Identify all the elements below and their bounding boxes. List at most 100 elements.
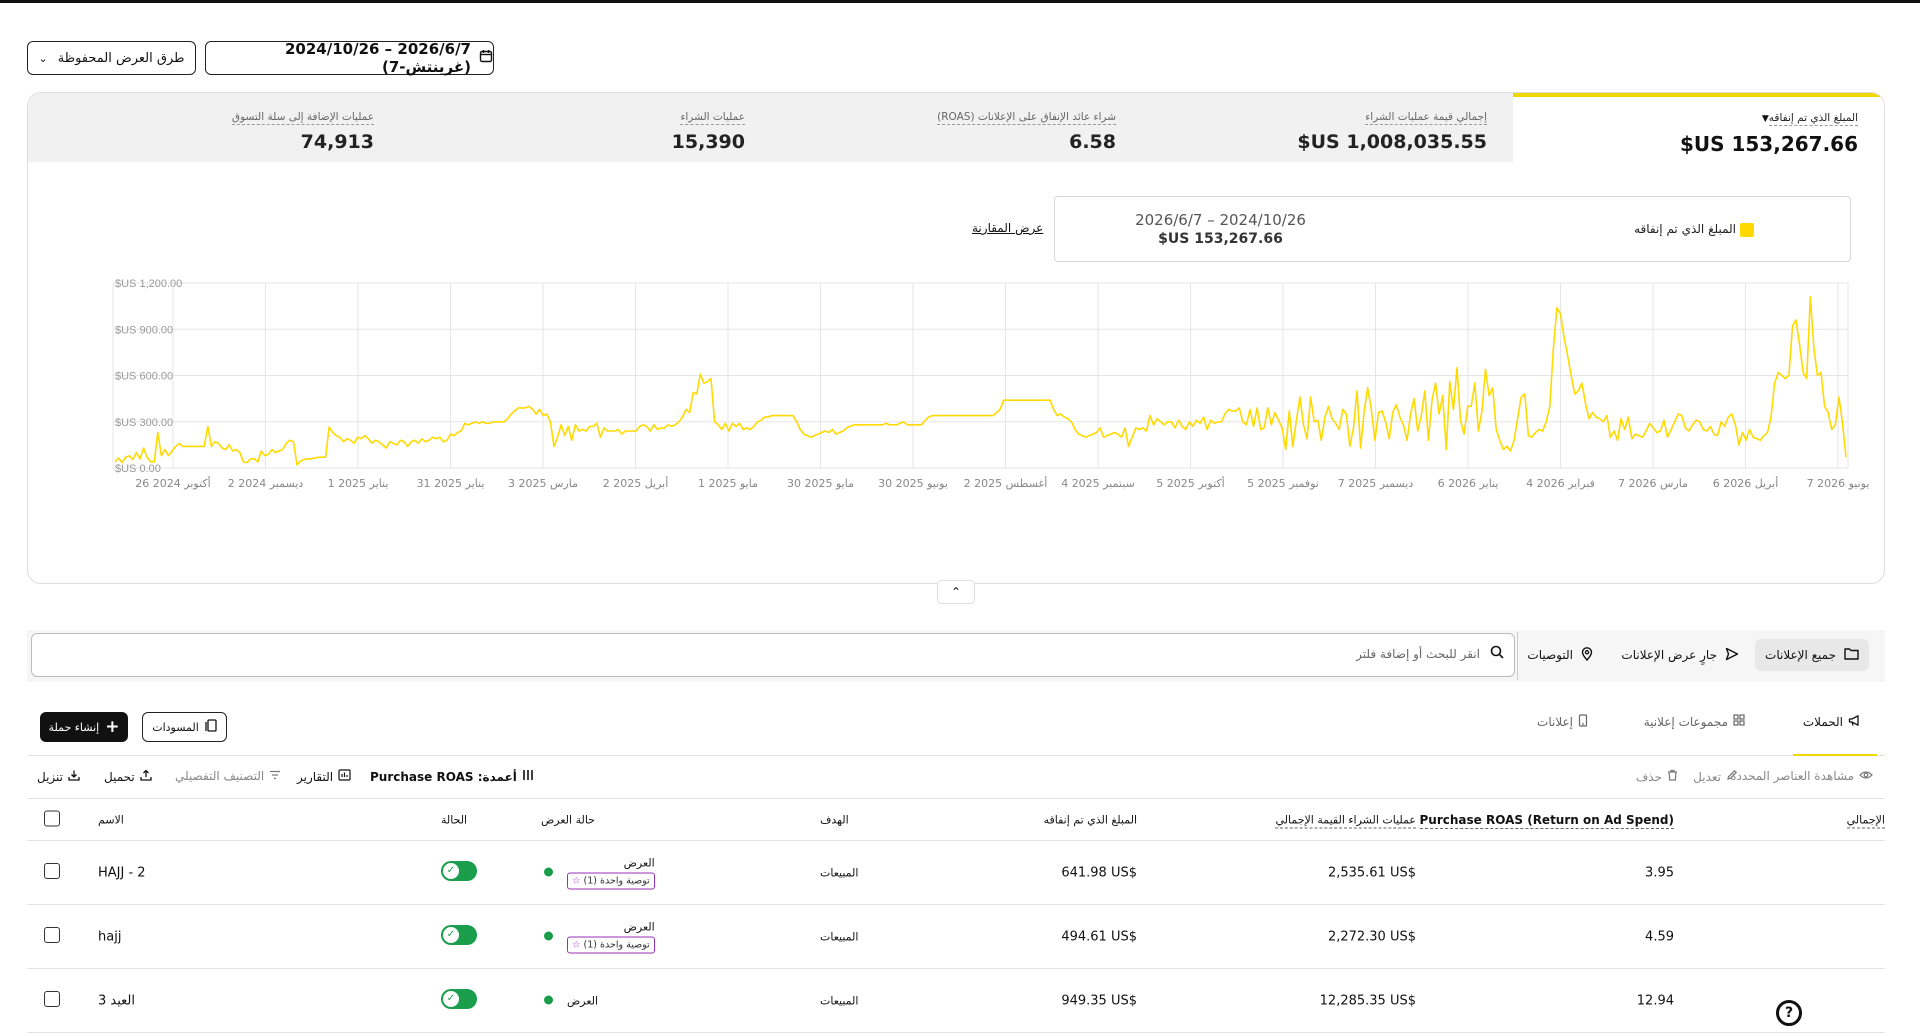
- upload-button[interactable]: تحميل: [104, 769, 152, 784]
- table-header: الاسم الحالة حالة العرض الهدف المبلغ الذ…: [27, 798, 1885, 841]
- all-ads-filter[interactable]: جميع الإعلانات: [1755, 639, 1869, 671]
- tab-ad-sets[interactable]: مجموعات إعلانية: [1644, 714, 1745, 729]
- spend-cell: 494.61 US$: [1061, 929, 1137, 944]
- header-total[interactable]: الإجمالي: [1846, 813, 1885, 828]
- status-toggle[interactable]: ✓: [441, 860, 477, 885]
- trash-icon: [1667, 769, 1678, 784]
- select-all-checkbox[interactable]: [44, 810, 60, 829]
- reports-button[interactable]: التقارير: [297, 769, 351, 784]
- compare-link[interactable]: عرض المقارنة: [972, 221, 1043, 235]
- delivery-cell: العرض توصية واحدة (1) ☆: [567, 920, 655, 953]
- x-tick-label: 7 يونيو 2026: [1807, 477, 1870, 490]
- live-ads-filter[interactable]: جارٍ عرض الإعلانات: [1611, 639, 1749, 671]
- legend-date-range: 2026/6/7 – 2024/10/26: [1135, 211, 1306, 229]
- header-delivery[interactable]: حالة العرض: [541, 813, 595, 826]
- x-tick-label: 31 يناير 2025: [417, 477, 485, 490]
- folder-icon: [1844, 647, 1859, 663]
- x-tick-label: 2 أغسطس 2025: [964, 476, 1048, 490]
- purchase-value-cell: 2,535.61 US$: [1327, 865, 1416, 880]
- create-campaign-button[interactable]: + إنشاء حملة: [40, 712, 128, 742]
- filter-bar: انقر للبحث أو إضافة فلتر التوصيات جارٍ ع…: [27, 630, 1885, 682]
- metric-tile-spend[interactable]: المبلغ الذي تم إنفاقه▼ $US 153,267.66: [1513, 93, 1884, 162]
- roas-cell: 4.59: [1645, 929, 1674, 944]
- x-tick-label: 5 أكتوبر 2025: [1156, 476, 1224, 490]
- star-icon: ☆: [572, 875, 581, 886]
- header-total-label: الإجمالي: [1846, 813, 1885, 828]
- tab-campaigns[interactable]: الحملات: [1803, 714, 1861, 730]
- metric-tile-purchases[interactable]: عمليات الشراء 15,390: [400, 93, 771, 162]
- campaign-name[interactable]: HAJJ - 2: [98, 865, 146, 880]
- purchase-value-cell: 12,285.35 US$: [1319, 993, 1416, 1008]
- header-roas[interactable]: Purchase ROAS (Return on Ad Spend): [1419, 812, 1674, 829]
- collapse-chart-button[interactable]: ⌃: [937, 580, 975, 604]
- x-tick-label: 4 فبراير 2026: [1526, 477, 1595, 490]
- campaigns-table: الاسم الحالة حالة العرض الهدف المبلغ الذ…: [27, 798, 1885, 1033]
- delivery-dot: [544, 929, 553, 944]
- x-tick-label: 7 مارس 2026: [1618, 477, 1688, 490]
- header-objective[interactable]: الهدف: [820, 813, 849, 826]
- header-spend[interactable]: المبلغ الذي تم إنفاقه: [1044, 813, 1137, 826]
- delivery-label: العرض: [623, 856, 655, 869]
- y-tick-label: $US 900.00: [115, 324, 173, 336]
- roas-cell: 12.94: [1636, 993, 1674, 1008]
- metric-tile-roas[interactable]: شراء عائد الإنفاق على الإعلانات (ROAS) 6…: [771, 93, 1142, 162]
- view-selected-button[interactable]: مشاهدة العناصر المحددة: [1730, 769, 1873, 783]
- header-roas-label: Purchase ROAS (Return on Ad Spend): [1419, 812, 1674, 829]
- columns-button[interactable]: أعمدة: Purchase ROAS: [370, 769, 534, 784]
- metric-tile-purchase-value[interactable]: إجمالي قيمة عمليات الشراء $US 1,008,035.…: [1142, 93, 1513, 162]
- table-row[interactable]: العيد 3 ✓ العرض المبيعات 949.35 US$ 12,2…: [27, 969, 1885, 1033]
- recommendation-badge[interactable]: توصية واحدة (1) ☆: [567, 936, 655, 953]
- metric-value: 74,913: [300, 131, 374, 153]
- drafts-icon: [205, 719, 217, 735]
- drafts-label: المسودات: [152, 720, 199, 734]
- y-tick-label: $US 300.00: [115, 417, 173, 429]
- metric-value: 6.58: [1069, 131, 1116, 153]
- row-checkbox[interactable]: [44, 990, 60, 1011]
- recommendation-badge[interactable]: توصية واحدة (1) ☆: [567, 872, 655, 889]
- active-tab-indicator: [1793, 754, 1877, 756]
- table-row[interactable]: HAJJ - 2 ✓ العرض توصية واحدة (1) ☆ المبيع…: [27, 841, 1885, 905]
- tab-ad-sets-label: مجموعات إعلانية: [1643, 714, 1728, 729]
- campaign-name[interactable]: العيد 3: [98, 993, 135, 1008]
- search-input[interactable]: انقر للبحث أو إضافة فلتر: [31, 633, 1515, 677]
- saved-views-dropdown[interactable]: طرق العرض المحفوظة ⌄: [27, 41, 196, 75]
- x-tick-label: 6 أبريل 2026: [1713, 476, 1779, 490]
- tab-ads[interactable]: إعلانات: [1537, 714, 1588, 730]
- table-toolbar: مشاهدة العناصر المحددة تعديل حذف أعمدة: …: [27, 762, 1885, 792]
- pencil-icon: [1726, 769, 1738, 784]
- header-status[interactable]: الحالة: [441, 813, 467, 826]
- delete-button[interactable]: حذف: [1636, 769, 1678, 784]
- chart-legend: المبلغ الذي تم إنفاقه 2026/6/7 – 2024/10…: [1054, 196, 1851, 262]
- calendar-icon: [479, 49, 493, 67]
- metric-tile-add-to-cart[interactable]: عمليات الإضافة إلى سلة التسوق 74,913: [29, 93, 400, 162]
- header-purchase-value[interactable]: عمليات الشراء القيمة الإجمالي: [1275, 813, 1416, 828]
- phone-icon: [1578, 714, 1588, 730]
- row-checkbox[interactable]: [44, 862, 60, 883]
- filter-lines-icon: [269, 769, 281, 783]
- date-range-picker[interactable]: 2026/6/7 – 2024/10/26 (غرينتش-7): [205, 40, 494, 76]
- header-purchase-value-label: عمليات الشراء القيمة الإجمالي: [1275, 813, 1416, 828]
- header-name[interactable]: الاسم: [98, 813, 124, 826]
- chevron-up-icon: ⌃: [950, 585, 962, 599]
- recommendations-filter[interactable]: التوصيات: [1517, 639, 1603, 671]
- x-tick-label: 4 سبتمبر 2025: [1061, 477, 1135, 490]
- metric-value: $US 1,008,035.55: [1297, 131, 1487, 153]
- status-toggle[interactable]: ✓: [441, 988, 477, 1013]
- metric-tiles: المبلغ الذي تم إنفاقه▼ $US 153,267.66 إج…: [28, 93, 1884, 162]
- purchase-value-cell: 2,272.30 US$: [1327, 929, 1416, 944]
- download-button[interactable]: تنزيل: [37, 769, 80, 784]
- roas-cell: 3.95: [1645, 865, 1674, 880]
- row-checkbox[interactable]: [44, 926, 60, 947]
- metric-label: عمليات الإضافة إلى سلة التسوق: [231, 111, 374, 125]
- drafts-button[interactable]: المسودات: [142, 712, 227, 742]
- help-icon[interactable]: ?: [1776, 1000, 1802, 1026]
- dropdown-triangle-icon[interactable]: ▼: [1762, 114, 1769, 124]
- delivery-dot: [544, 865, 553, 880]
- recommendation-label: توصية واحدة (1): [583, 875, 650, 886]
- table-row[interactable]: hajj ✓ العرض توصية واحدة (1) ☆ المبيعات 4…: [27, 905, 1885, 969]
- campaign-name[interactable]: hajj: [98, 929, 121, 944]
- status-toggle[interactable]: ✓: [441, 924, 477, 949]
- saved-views-label: طرق العرض المحفوظة: [57, 50, 185, 66]
- edit-button[interactable]: تعديل: [1693, 769, 1738, 784]
- breakdown-button[interactable]: التصنيف التفصيلي: [175, 769, 281, 783]
